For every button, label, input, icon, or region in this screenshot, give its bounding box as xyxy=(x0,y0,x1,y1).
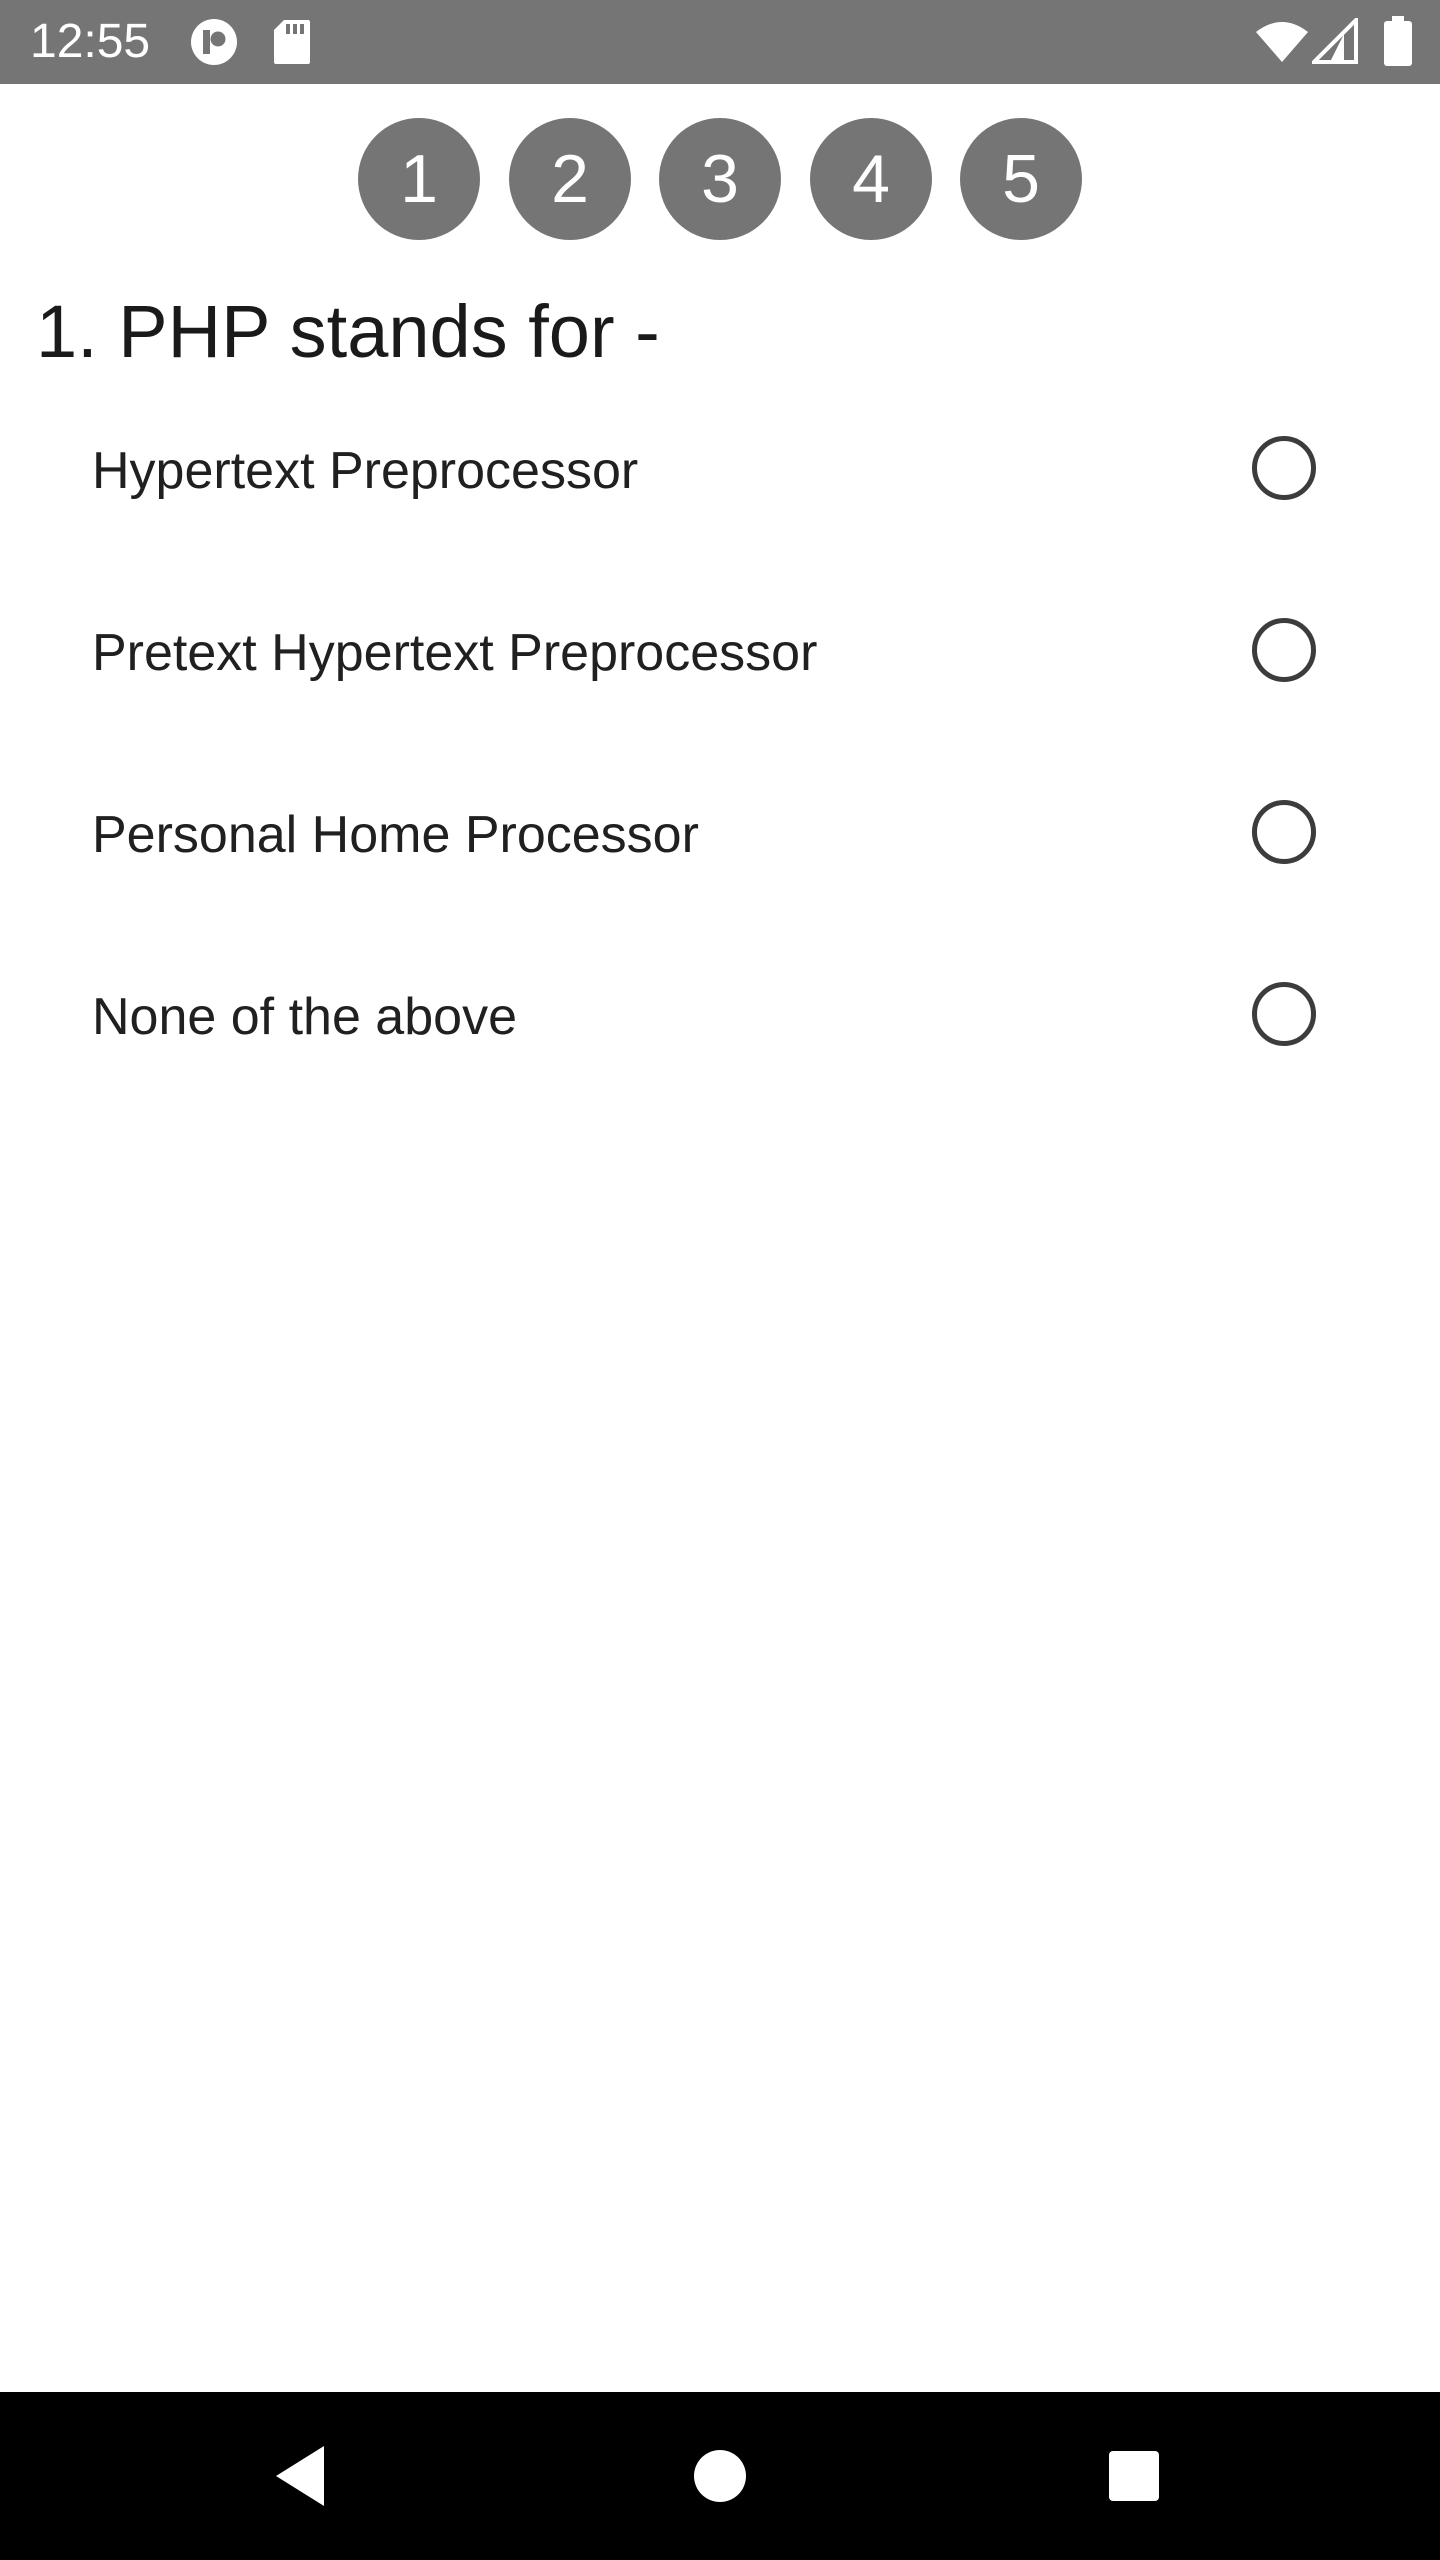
option-personal-home-processor[interactable]: Personal Home Processor xyxy=(0,760,1440,910)
option-none-of-the-above[interactable]: None of the above xyxy=(0,942,1440,1092)
status-bar: 12:55 xyxy=(0,0,1440,84)
option-label: Pretext Hypertext Preprocessor xyxy=(92,624,818,682)
battery-icon xyxy=(1384,16,1412,66)
cell-signal-icon xyxy=(1312,18,1358,64)
recents-icon xyxy=(1109,2451,1159,2501)
radio-button[interactable] xyxy=(1252,982,1316,1046)
recents-button[interactable] xyxy=(1054,2392,1214,2560)
radio-button[interactable] xyxy=(1252,436,1316,500)
back-icon xyxy=(276,2446,324,2506)
radio-button[interactable] xyxy=(1252,800,1316,864)
step-1-button[interactable]: 1 xyxy=(358,118,480,240)
back-button[interactable] xyxy=(220,2392,380,2560)
home-icon xyxy=(694,2450,746,2502)
step-5-button[interactable]: 5 xyxy=(960,118,1082,240)
option-label: Hypertext Preprocessor xyxy=(92,442,639,500)
radio-button[interactable] xyxy=(1252,618,1316,682)
question-title: 1. PHP stands for - xyxy=(36,290,660,373)
app-notification-icon xyxy=(191,19,237,65)
home-button[interactable] xyxy=(640,2392,800,2560)
sd-card-icon xyxy=(274,20,310,64)
option-pretext-hypertext-preprocessor[interactable]: Pretext Hypertext Preprocessor xyxy=(0,578,1440,728)
option-hypertext-preprocessor[interactable]: Hypertext Preprocessor xyxy=(0,396,1440,546)
option-label: None of the above xyxy=(92,988,517,1046)
navigation-bar xyxy=(0,2392,1440,2560)
wifi-icon xyxy=(1256,22,1308,62)
step-2-button[interactable]: 2 xyxy=(509,118,631,240)
step-4-button[interactable]: 4 xyxy=(810,118,932,240)
step-3-button[interactable]: 3 xyxy=(659,118,781,240)
status-time: 12:55 xyxy=(30,15,151,68)
question-step-selector: 1 2 3 4 5 xyxy=(0,118,1440,242)
option-label: Personal Home Processor xyxy=(92,806,699,864)
